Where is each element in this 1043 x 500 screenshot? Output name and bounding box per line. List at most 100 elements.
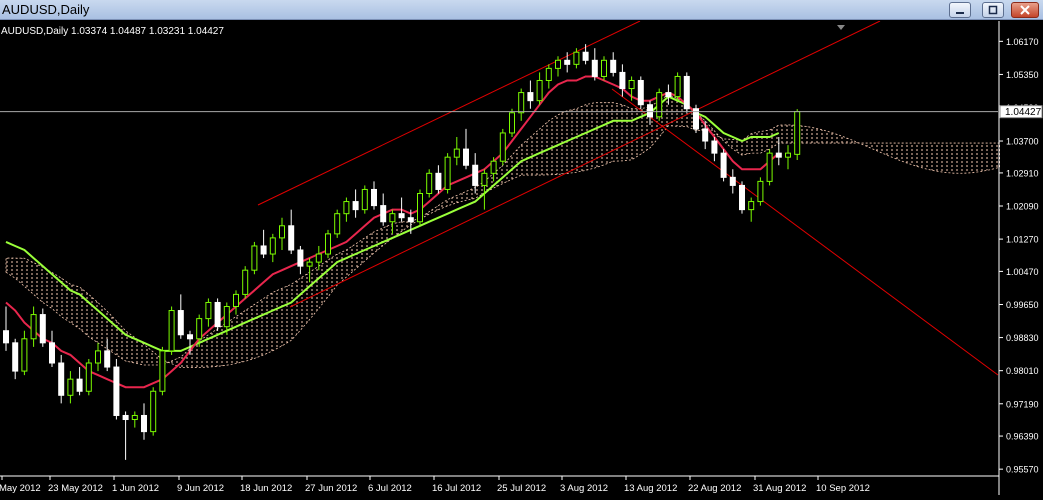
price-label-box: 1.04427 [999, 105, 1043, 119]
candle [499, 128, 506, 166]
y-tick-label: 0.97190 [1006, 399, 1039, 409]
x-tick-label: 3 Aug 2012 [560, 483, 608, 494]
trend-channel-lines[interactable] [257, 20, 999, 376]
candle [656, 88, 663, 121]
candle [509, 108, 515, 137]
candle [343, 197, 350, 222]
x-tick-label: May 2012 [0, 483, 41, 494]
y-tick-label: 0.99650 [1006, 300, 1039, 310]
candle [601, 56, 607, 81]
candle [536, 72, 543, 105]
candle [453, 136, 460, 166]
x-tick-label: 16 Jul 2012 [432, 483, 481, 494]
candle [619, 64, 626, 97]
candle [95, 342, 101, 372]
candle [693, 104, 699, 133]
candle [591, 48, 598, 81]
y-tick-label: 0.98010 [1006, 366, 1039, 376]
candle [39, 308, 46, 347]
candle [58, 354, 65, 404]
candle [610, 52, 617, 77]
candle [242, 266, 249, 299]
restore-button[interactable] [982, 2, 1004, 18]
candle [205, 298, 212, 327]
candle [729, 169, 736, 194]
candle [361, 185, 368, 214]
current-price-label: 1.04427 [1005, 107, 1042, 118]
candle [233, 290, 239, 315]
candle [269, 233, 276, 263]
candle [85, 358, 92, 396]
time-axis: May 2012 23 May 2012 1 Jun 2012 9 Jun 2012 1… [0, 475, 999, 494]
x-tick-label: 13 Aug 2012 [624, 483, 677, 494]
candle [260, 229, 267, 259]
close-button[interactable] [1011, 2, 1039, 18]
candle [251, 241, 258, 275]
candle [748, 197, 755, 222]
candle [141, 403, 147, 440]
candle [12, 338, 19, 380]
candle [21, 330, 28, 376]
candle [766, 149, 773, 186]
candle [159, 346, 166, 396]
y-tick-label: 1.03700 [1006, 137, 1039, 147]
y-tick-label: 0.98830 [1006, 333, 1039, 343]
y-tick-label: 1.02090 [1006, 202, 1039, 212]
candle [794, 109, 801, 160]
candle [168, 306, 175, 355]
candle [417, 189, 423, 226]
candle [582, 44, 589, 65]
candle [683, 72, 690, 113]
x-tick-label: 1 Jun 2012 [112, 483, 159, 494]
x-tick-label: 22 Aug 2012 [688, 483, 741, 494]
y-tick-label: 0.95570 [1006, 465, 1039, 475]
x-tick-label: 23 May 2012 [48, 483, 103, 494]
y-tick-label: 1.05350 [1006, 70, 1039, 80]
candle [435, 165, 442, 194]
title-bar[interactable]: AUDUSD,Daily [0, 0, 1043, 20]
candle [545, 64, 552, 89]
candle [352, 189, 359, 218]
candle [122, 411, 129, 460]
candle [49, 330, 55, 368]
y-tick-label: 1.02910 [1006, 168, 1039, 178]
candle [380, 193, 387, 226]
restore-icon [988, 5, 998, 15]
candle [720, 149, 727, 182]
candle [325, 229, 331, 259]
candle [131, 411, 138, 428]
candle [76, 367, 83, 396]
channel-lower-line[interactable] [289, 20, 881, 308]
minimize-button[interactable] [949, 2, 971, 18]
candle [674, 72, 681, 101]
y-tick-label: 0.96390 [1006, 432, 1039, 442]
chart-area[interactable]: 1.061701.053501.045301.037001.029101.020… [0, 20, 1043, 495]
minimize-icon [956, 12, 964, 14]
candle [518, 88, 525, 121]
candle [463, 128, 469, 170]
window-title: AUDUSD,Daily [2, 2, 90, 17]
y-tick-label: 1.01270 [1006, 235, 1039, 245]
chart-window: AUDUSD,Daily 1.061701.053501.045301.0370… [0, 0, 1043, 495]
x-tick-label: 9 Jun 2012 [177, 483, 224, 494]
candle [297, 245, 304, 275]
x-tick-label: 25 Jul 2012 [497, 483, 546, 494]
y-tick-label: 1.06170 [1006, 37, 1039, 47]
chart-header: AUDUSD,Daily 1.03374 1.04487 1.03231 1.0… [1, 26, 224, 37]
candle [288, 209, 295, 255]
price-axis: 1.061701.053501.045301.037001.029101.020… [998, 21, 1039, 495]
candle [30, 306, 37, 347]
x-tick-label: 27 Jun 2012 [305, 483, 357, 494]
candle [113, 358, 120, 420]
candle [371, 181, 377, 210]
candle [711, 136, 718, 162]
price-chart[interactable]: 1.061701.053501.045301.037001.029101.020… [0, 20, 1043, 495]
shift-marker-icon[interactable] [837, 25, 845, 30]
candle [637, 76, 644, 109]
candle [444, 153, 451, 194]
y-tick-label: 1.00470 [1006, 267, 1039, 277]
candle [3, 306, 9, 351]
candle [334, 209, 341, 238]
candle [67, 371, 74, 404]
candle [279, 217, 285, 250]
